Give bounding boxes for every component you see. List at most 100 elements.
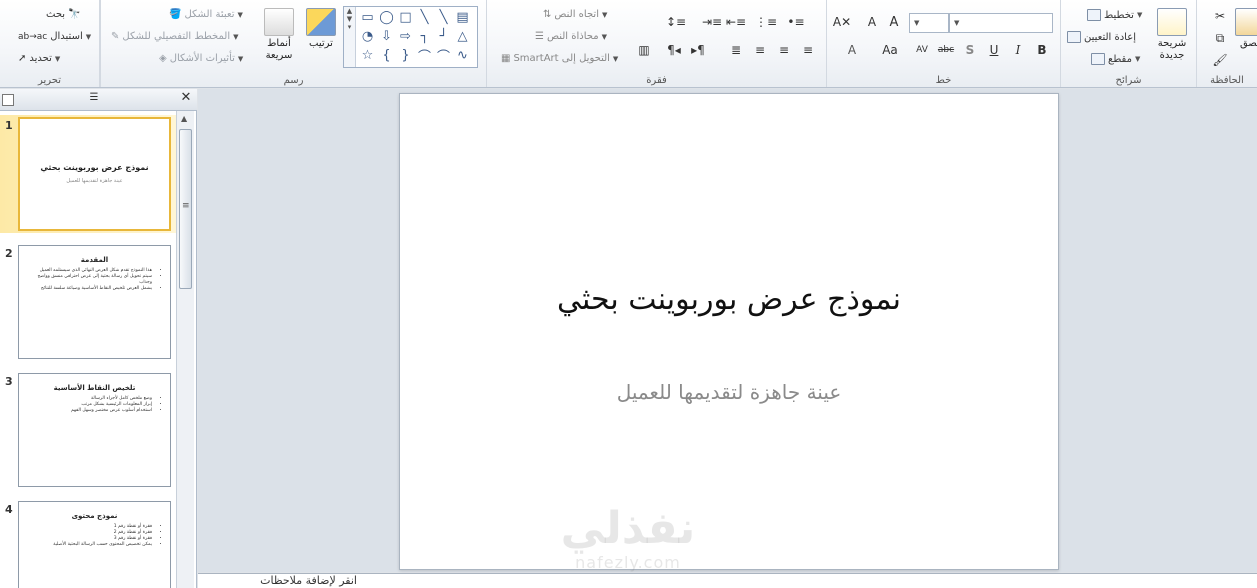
numbering-icon[interactable]: ⋮≡ <box>755 14 777 30</box>
notes-pane[interactable]: انقر لإضافة ملاحظات <box>198 573 1257 588</box>
change-case-button[interactable]: Aa <box>881 42 899 58</box>
curve-shape-icon[interactable]: ⌒ <box>435 47 452 65</box>
format-painter-icon[interactable]: 🖌 <box>1211 52 1229 68</box>
shrink-font-button[interactable]: A <box>885 14 903 30</box>
replace-button[interactable]: ▼ استبدال ab→ac <box>18 31 91 42</box>
indent-decrease-icon[interactable]: ⇤≡ <box>726 14 746 30</box>
bold-button[interactable]: B <box>1033 42 1051 58</box>
scroll-up-icon[interactable]: ▲ <box>181 114 187 123</box>
align-right-icon[interactable]: ≡ <box>799 42 817 58</box>
chevron-down-icon: ▼ <box>237 10 243 19</box>
slide-thumbnail-row-3[interactable]: 3 تلخيص النقاط الأساسية وضع ملخص كامل لأ… <box>0 371 176 489</box>
rect-shape-icon[interactable]: □ <box>397 9 414 26</box>
underline-button[interactable]: U <box>985 42 1003 58</box>
chevron-down-icon: ▼ <box>1134 55 1141 63</box>
star-shape-icon[interactable]: ☆ <box>359 47 376 64</box>
freeform-shape-icon[interactable]: ∿ <box>454 47 471 64</box>
line-spacing-icon[interactable]: ↕≡ <box>666 14 686 30</box>
slide-thumbnail-row-2[interactable]: 2 المقدمة هذا النموذج تقدم شكل العرض الن… <box>0 243 176 361</box>
right-arrow-shape-icon[interactable]: ⇨ <box>397 28 414 45</box>
shape-effects-button[interactable]: ▼ تأثيرات الأشكال ◈ <box>159 53 243 64</box>
slide-subtitle[interactable]: عينة جاهزة لتقديمها للعميل <box>400 380 1058 404</box>
line-shape-icon[interactable]: ╲ <box>416 9 433 26</box>
cursor-icon: ➚ <box>18 53 27 64</box>
oval-shape-icon[interactable]: ◯ <box>378 9 395 26</box>
chevron-down-icon: ▼ <box>601 10 608 19</box>
font-color-button[interactable]: A <box>843 42 861 58</box>
paint-bucket-icon: 🪣 <box>169 9 182 20</box>
layout-button[interactable]: ▼ تخطيط <box>1087 9 1142 21</box>
font-group: A✕ A A ▼ ▼ A Aa AV abc S U I B خط <box>826 0 1060 87</box>
line2-shape-icon[interactable]: ╲ <box>435 9 452 26</box>
bullets-icon[interactable]: •≡ <box>787 14 805 30</box>
italic-button[interactable]: I <box>1009 42 1027 58</box>
slide-thumbnail[interactable]: نموذج عرض بوربوينت بحثي عينة جاهزة لتقدي… <box>18 117 171 231</box>
slide-title[interactable]: نموذج عرض بوربوينت بحثي <box>400 282 1058 317</box>
slide-thumbnail-row-1[interactable]: 1 نموذج عرض بوربوينت بحثي عينة جاهزة لتق… <box>0 115 176 233</box>
drawing-group-label: رسم <box>283 75 304 86</box>
align-text-button[interactable]: ▼ محاذاة النص ☰ <box>535 31 607 42</box>
section-button[interactable]: ▼ مقطع <box>1091 53 1140 65</box>
tab-outline[interactable]: ☰ <box>84 92 104 108</box>
gallery-scroll[interactable]: ▲ ▼ ▾ <box>344 7 356 67</box>
slide-thumbnail[interactable]: المقدمة هذا النموذج تقدم شكل العرض النها… <box>18 245 171 359</box>
find-button[interactable]: 🔭 بحث <box>46 9 81 20</box>
replace-icon: ab→ac <box>18 31 48 42</box>
new-slide-icon <box>1157 8 1187 36</box>
editing-area: نموذج عرض بوربوينت بحثي عينة جاهزة لتقدي… <box>198 89 1257 572</box>
shadow-button[interactable]: S <box>961 42 979 58</box>
slide-thumbnail[interactable]: تلخيص النقاط الأساسية وضع ملخص كامل لأجز… <box>18 373 171 487</box>
brace2-shape-icon[interactable]: } <box>397 47 414 64</box>
indent-increase-icon[interactable]: ⇥≡ <box>702 14 722 30</box>
clear-format-icon[interactable]: A✕ <box>833 14 851 30</box>
tab-slides[interactable] <box>2 94 14 106</box>
align-left-icon[interactable]: ≡ <box>751 42 769 58</box>
align-center-icon[interactable]: ≡ <box>775 42 793 58</box>
panel-scrollbar[interactable]: ▲ ≡ <box>176 111 194 588</box>
font-group-label: خط <box>935 75 952 86</box>
justify-icon[interactable]: ≣ <box>727 42 745 58</box>
char-spacing-button[interactable]: AV <box>913 42 931 58</box>
shape-outline-button[interactable]: ▼ المخطط التفصيلي للشكل ✎ <box>111 31 239 42</box>
callout-shape-icon[interactable]: ◔ <box>359 28 376 45</box>
elbow2-shape-icon[interactable]: ┘ <box>435 28 452 45</box>
columns-icon[interactable]: ▥ <box>635 42 653 58</box>
thumb-subtitle: عينة جاهزة لتقديمها للعميل <box>66 178 123 184</box>
paste-button[interactable]: لصق <box>1235 8 1257 50</box>
shape-fill-button[interactable]: ▼ تعبئة الشكل 🪣 <box>169 9 243 20</box>
quick-styles-icon <box>264 8 294 36</box>
down-arrow-shape-icon[interactable]: ⇩ <box>378 28 395 45</box>
quick-styles-button[interactable]: أنماط سريعة <box>259 8 299 62</box>
current-slide[interactable]: نموذج عرض بوربوينت بحثي عينة جاهزة لتقدي… <box>399 93 1059 570</box>
select-button[interactable]: ▼ تحديد ➚ <box>18 53 60 64</box>
arc-shape-icon[interactable]: ⌒ <box>416 47 433 65</box>
text-direction-button[interactable]: ▼ اتجاه النص ⇅ <box>543 9 607 20</box>
ltr-icon[interactable]: ▸¶ <box>689 42 707 58</box>
rounded-rect-shape-icon[interactable]: ▭ <box>359 9 376 26</box>
new-slide-button[interactable]: شريحة جديدة <box>1151 8 1193 62</box>
font-name-box[interactable]: ▼ <box>949 13 1053 33</box>
elbow-shape-icon[interactable]: ┐ <box>416 28 433 45</box>
layout-icon <box>1087 9 1101 21</box>
slide-thumbnail[interactable]: نموذج محتوى فقرة أو نقطة رقم 1 فقرة أو ن… <box>18 501 171 588</box>
grow-font-button[interactable]: A <box>863 14 881 30</box>
triangle-shape-icon[interactable]: △ <box>454 28 471 45</box>
chevron-down-icon: ▼ <box>1136 11 1143 19</box>
cut-icon[interactable]: ✂ <box>1211 8 1229 24</box>
chevron-down-icon: ▼ <box>601 32 607 41</box>
thumb-bullets: هذا النموذج تقدم شكل العرض النهائي الذي … <box>19 264 170 292</box>
copy-icon[interactable]: ⧉ <box>1211 30 1229 46</box>
brace-shape-icon[interactable]: { <box>378 47 395 64</box>
chevron-down-icon: ▼ <box>233 32 239 41</box>
reset-button[interactable]: إعادة التعيين <box>1067 31 1136 43</box>
convert-smartart-button[interactable]: ▼ التحويل إلى SmartArt ▦ <box>501 53 618 64</box>
font-size-box[interactable]: ▼ <box>909 13 949 33</box>
section-icon <box>1091 53 1105 65</box>
shapes-gallery[interactable]: ▲ ▼ ▾ ▭ ◯ □ ╲ ╲ ▤ ◔ ⇩ ⇨ ┐ ┘ △ ☆ { } ⌒ ⌒ ∿ <box>343 6 478 68</box>
textbox-shape-icon[interactable]: ▤ <box>454 9 471 26</box>
strikethrough-button[interactable]: abc <box>937 42 955 58</box>
arrange-button[interactable]: ترتيب <box>301 8 341 50</box>
rtl-icon[interactable]: ¶◂ <box>665 42 683 58</box>
close-panel-icon[interactable]: ✕ <box>178 90 194 106</box>
slide-thumbnail-row-4[interactable]: 4 نموذج محتوى فقرة أو نقطة رقم 1 فقرة أو… <box>0 499 176 588</box>
